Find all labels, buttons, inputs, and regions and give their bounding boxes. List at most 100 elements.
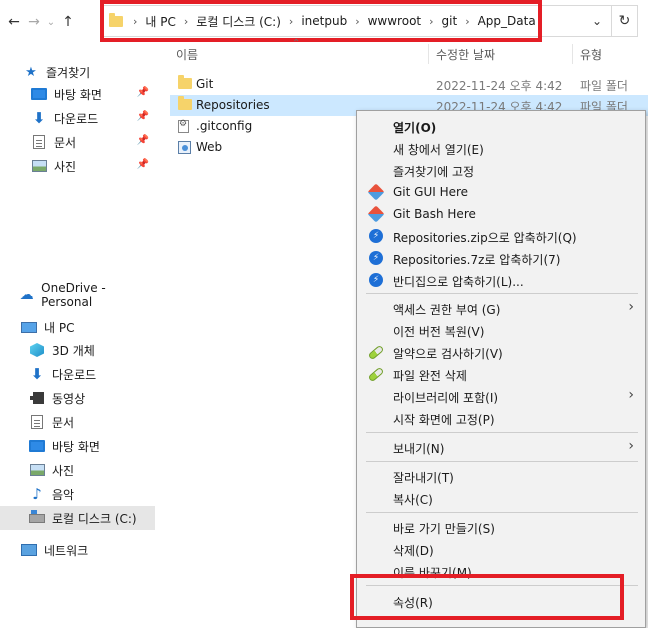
navigation-buttons: ← → ⌄ ↑ (0, 8, 78, 36)
sidebar-item-3d-objects[interactable]: 3D 개체 (0, 338, 155, 362)
menu-item-git-gui[interactable]: Git GUI Here (358, 181, 644, 203)
up-arrow-icon[interactable]: ↑ (58, 8, 78, 36)
sidebar-item-pictures[interactable]: 사진 📌 (0, 154, 155, 178)
address-history-chevron-icon[interactable]: ⌄ (583, 6, 611, 36)
sidebar-item-desktop[interactable]: 바탕 화면 📌 (0, 82, 155, 106)
sort-ascending-icon: ⌃ (292, 38, 301, 49)
sidebar-item-videos[interactable]: 동영상 (0, 386, 155, 410)
breadcrumb-this-pc[interactable]: 내 PC (145, 13, 175, 30)
sidebar-item-label: 내 PC (44, 320, 75, 335)
git-icon (367, 183, 385, 201)
breadcrumb-separator-icon[interactable]: › (429, 15, 433, 28)
column-date-modified[interactable]: 수정한 날짜 (436, 46, 495, 63)
menu-item-give-access[interactable]: 액세스 권한 부여 (G) › (358, 297, 644, 319)
menu-item-zip[interactable]: ⚡ Repositories.zip으로 압축하기(Q) (358, 225, 644, 247)
menu-item-bandizip[interactable]: ⚡ 반디집으로 압축하기(L)... (358, 269, 644, 291)
pin-icon[interactable]: 📌 (137, 159, 149, 170)
sidebar-item-pictures-pc[interactable]: 사진 (0, 458, 155, 482)
file-type: 파일 폴더 (580, 79, 628, 93)
sidebar-item-documents[interactable]: 문서 📌 (0, 130, 155, 154)
menu-item-rename[interactable]: 이름 바꾸기(M) (358, 560, 644, 582)
refresh-icon[interactable]: ↻ (612, 5, 638, 37)
file-row-git[interactable]: Git 2022-11-24 오후 4:42 파일 폴더 (170, 74, 648, 95)
breadcrumb-git[interactable]: git (442, 14, 458, 28)
menu-item-7z[interactable]: ⚡ Repositories.7z로 압축하기(7) (358, 247, 644, 269)
config-file-icon (178, 119, 189, 133)
sidebar-item-onedrive[interactable]: ☁ OneDrive - Personal (0, 281, 155, 309)
pin-icon[interactable]: 📌 (137, 135, 149, 146)
sidebar-item-downloads[interactable]: ⬇ 다운로드 📌 (0, 106, 155, 130)
pin-icon[interactable]: 📌 (137, 111, 149, 122)
breadcrumb-app-data[interactable]: App_Data (478, 14, 536, 28)
sidebar-item-label: 동영상 (52, 391, 86, 406)
breadcrumb-separator-icon[interactable]: › (133, 15, 137, 28)
document-icon (33, 135, 45, 149)
file-name: .gitconfig (196, 119, 253, 133)
menu-item-git-bash[interactable]: Git Bash Here (358, 203, 644, 225)
menu-item-copy[interactable]: 복사(C) (358, 487, 644, 509)
forward-arrow-icon[interactable]: → (24, 8, 44, 36)
sidebar-item-music[interactable]: ♪ 음악 (0, 482, 155, 506)
sidebar-item-desktop-pc[interactable]: 바탕 화면 (0, 434, 155, 458)
sidebar-item-label: 사진 (52, 463, 75, 478)
sidebar-item-label: 사진 (54, 159, 77, 174)
pictures-icon (31, 160, 47, 172)
back-arrow-icon[interactable]: ← (4, 8, 24, 36)
pin-icon[interactable]: 📌 (137, 87, 149, 98)
menu-item-open-new-window[interactable]: 새 창에서 열기(E) (358, 137, 644, 159)
column-type[interactable]: 유형 (580, 46, 602, 63)
sidebar-item-label: 문서 (52, 415, 75, 430)
menu-item-secure-delete[interactable]: 파일 완전 삭제 (358, 363, 644, 385)
sidebar-item-label: 바탕 화면 (52, 439, 100, 454)
sidebar-item-downloads-pc[interactable]: ⬇ 다운로드 (0, 362, 155, 386)
sidebar-item-label: 다운로드 (52, 367, 97, 382)
menu-item-delete[interactable]: 삭제(D) (358, 538, 644, 560)
sidebar-item-label: 로컬 디스크 (C:) (52, 511, 137, 526)
navigation-pane: ★ 즐겨찾기 바탕 화면 📌 ⬇ 다운로드 📌 문서 📌 사진 📌 ☁ OneD… (0, 60, 155, 628)
menu-item-pin-quick-access[interactable]: 즐겨찾기에 고정 (358, 159, 644, 181)
desktop-icon (29, 440, 45, 452)
cloud-icon: ☁ (19, 287, 34, 303)
breadcrumb-separator-icon[interactable]: › (465, 15, 469, 28)
menu-item-send-to[interactable]: 보내기(N) › (358, 436, 644, 458)
address-bar[interactable]: › 내 PC › 로컬 디스크 (C:) › inetpub › wwwroot… (100, 5, 612, 37)
menu-item-cut[interactable]: 잘라내기(T) (358, 465, 644, 487)
star-icon: ★ (25, 64, 37, 80)
folder-icon (109, 12, 123, 27)
menu-separator (366, 585, 638, 586)
menu-item-properties[interactable]: 속성(R) (358, 590, 644, 612)
menu-item-pin-start[interactable]: 시작 화면에 고정(P) (358, 407, 644, 429)
sidebar-item-this-pc[interactable]: 내 PC (0, 315, 155, 339)
menu-separator (366, 432, 638, 433)
submenu-chevron-icon: › (628, 438, 634, 454)
recent-locations-chevron-icon[interactable]: ⌄ (44, 8, 58, 36)
menu-item-create-shortcut[interactable]: 바로 가기 만들기(S) (358, 516, 644, 538)
menu-item-restore-versions[interactable]: 이전 버전 복원(V) (358, 319, 644, 341)
network-icon (21, 544, 37, 556)
sidebar-item-quick-access[interactable]: ★ 즐겨찾기 (0, 60, 155, 84)
breadcrumb-separator-icon[interactable]: › (355, 15, 359, 28)
sidebar-item-network[interactable]: 네트워크 (0, 538, 155, 562)
sidebar-item-label: 즐겨찾기 (46, 65, 91, 80)
breadcrumb-separator-icon[interactable]: › (184, 15, 188, 28)
breadcrumb-local-disk[interactable]: 로컬 디스크 (C:) (196, 13, 281, 30)
sidebar-item-documents-pc[interactable]: 문서 (0, 410, 155, 434)
menu-separator (366, 461, 638, 462)
bandizip-icon: ⚡ (369, 273, 383, 287)
menu-item-include-library[interactable]: 라이브러리에 포함(I) › (358, 385, 644, 407)
breadcrumb-separator-icon[interactable]: › (289, 15, 293, 28)
breadcrumb-inetpub[interactable]: inetpub (301, 14, 347, 28)
menu-item-open[interactable]: 열기(O) (358, 115, 644, 137)
column-divider[interactable] (572, 44, 573, 64)
breadcrumb-wwwroot[interactable]: wwwroot (368, 14, 422, 28)
sidebar-item-label: 3D 개체 (52, 343, 95, 358)
sidebar-item-label: OneDrive - Personal (41, 281, 106, 309)
column-name[interactable]: 이름 (176, 46, 198, 63)
column-header: ⌃ 이름 수정한 날짜 유형 (170, 38, 648, 66)
column-divider[interactable] (428, 44, 429, 64)
submenu-chevron-icon: › (628, 387, 634, 403)
menu-item-alyac-scan[interactable]: 알약으로 검사하기(V) (358, 341, 644, 363)
sidebar-item-label: 바탕 화면 (54, 87, 102, 102)
file-name: Web (196, 140, 223, 154)
sidebar-item-local-disk[interactable]: 로컬 디스크 (C:) (0, 506, 155, 530)
